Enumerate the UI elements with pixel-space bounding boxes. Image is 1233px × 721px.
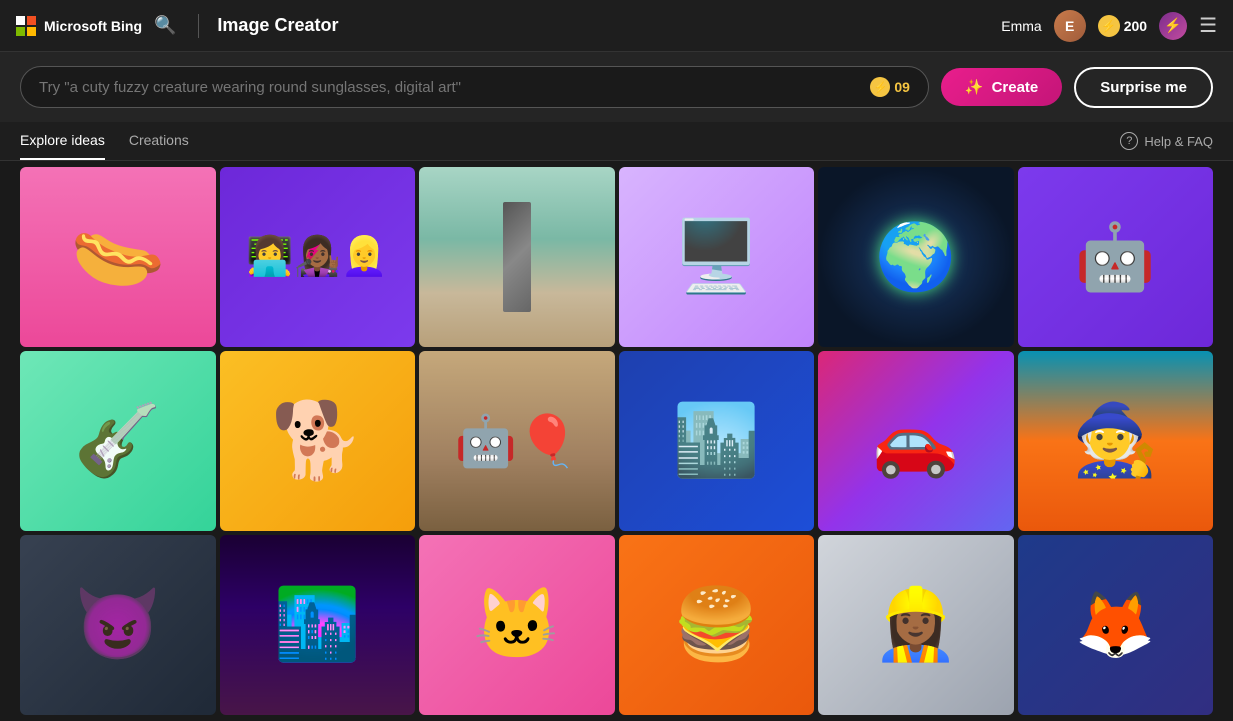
list-item[interactable] [220,535,416,715]
coin-count-area: ⚡ 200 [1098,15,1147,37]
search-input[interactable] [39,79,860,96]
search-coin-icon: ⚡ [870,77,890,97]
create-icon: ✨ [965,78,984,96]
list-item[interactable] [220,351,416,531]
tabs-area: Explore ideas Creations ? Help & FAQ [0,122,1233,161]
list-item[interactable] [1018,351,1214,531]
tab-explore[interactable]: Explore ideas [20,132,105,160]
tabs-left: Explore ideas Creations [20,132,189,160]
list-item[interactable] [818,535,1014,715]
list-item[interactable] [419,535,615,715]
list-item[interactable] [20,167,216,347]
list-item[interactable] [20,351,216,531]
list-item[interactable] [619,535,815,715]
search-coin-area: ⚡ 09 [870,77,910,97]
list-item[interactable] [619,167,815,347]
help-faq[interactable]: ? Help & FAQ [1120,132,1213,160]
help-icon: ? [1120,132,1138,150]
surprise-label: Surprise me [1100,79,1187,96]
list-item[interactable] [20,535,216,715]
logo-label: Microsoft Bing [44,18,142,34]
header-divider [198,14,199,38]
tab-creations[interactable]: Creations [129,132,189,160]
coin-icon: ⚡ [1098,15,1120,37]
list-item[interactable] [1018,535,1214,715]
hamburger-icon[interactable]: ☰ [1199,13,1217,38]
logo-area[interactable]: Microsoft Bing [16,16,142,36]
create-label: Create [992,79,1039,96]
boost-badge[interactable]: ⚡ [1159,12,1187,40]
search-icon[interactable]: 🔍 [154,15,176,36]
windows-icon [16,16,36,36]
create-button[interactable]: ✨ Create [941,68,1062,106]
list-item[interactable] [419,167,615,347]
search-input-wrapper[interactable]: ⚡ 09 [20,66,929,108]
header-right: Emma E ⚡ 200 ⚡ ☰ [1001,10,1217,42]
user-name: Emma [1001,18,1041,34]
list-item[interactable] [1018,167,1214,347]
surprise-button[interactable]: Surprise me [1074,67,1213,108]
list-item[interactable] [419,351,615,531]
list-item[interactable] [220,167,416,347]
search-coin-label: 09 [894,79,910,95]
list-item[interactable] [619,351,815,531]
coin-number: 200 [1124,18,1147,34]
list-item[interactable] [818,351,1014,531]
list-item[interactable] [818,167,1014,347]
avatar[interactable]: E [1054,10,1086,42]
app-title: Image Creator [217,15,989,36]
image-grid [0,161,1233,721]
help-label: Help & FAQ [1144,134,1213,149]
search-area: ⚡ 09 ✨ Create Surprise me [0,52,1233,122]
header: Microsoft Bing 🔍 Image Creator Emma E ⚡ … [0,0,1233,52]
